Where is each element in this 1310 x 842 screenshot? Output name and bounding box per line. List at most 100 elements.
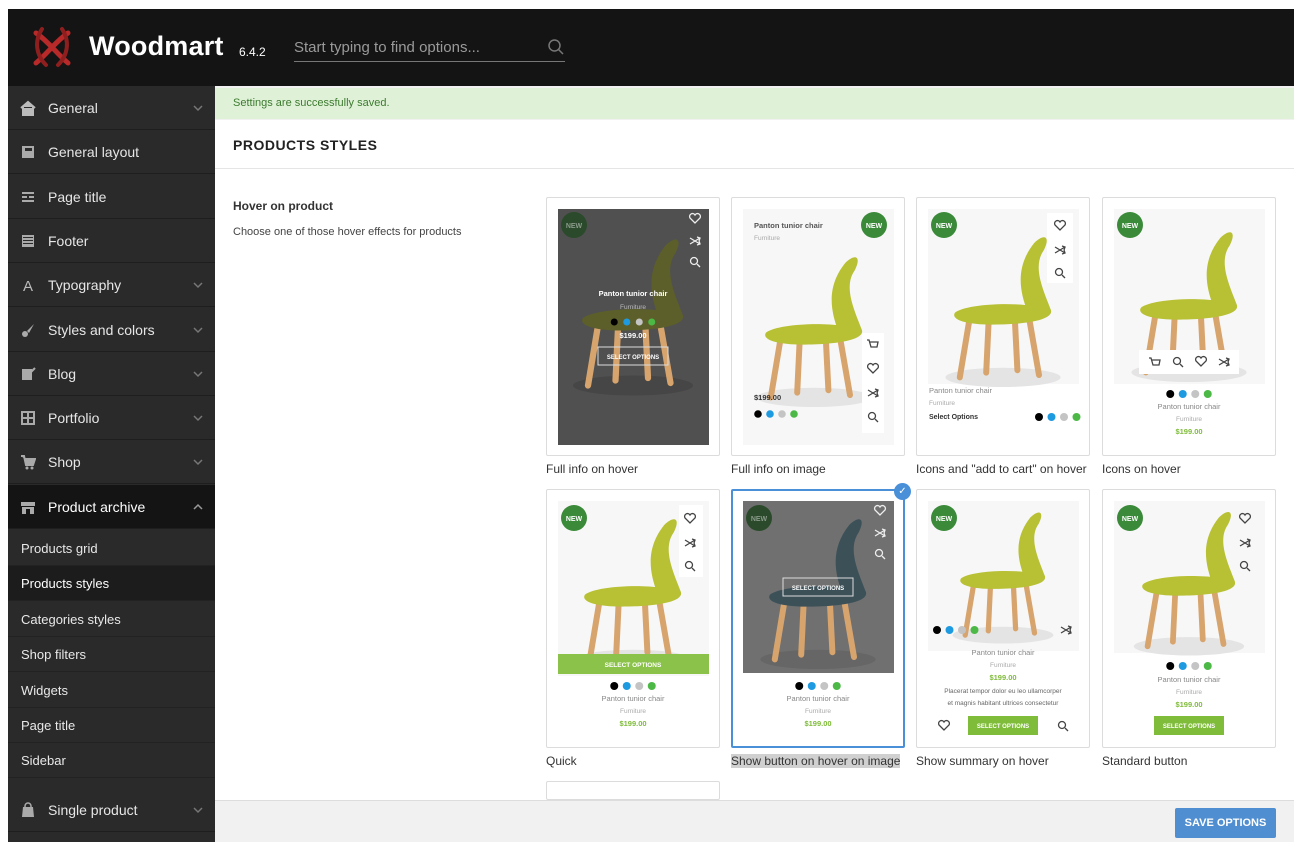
success-notice: Settings are successfully saved. [215, 88, 1294, 119]
swatch[interactable] [622, 682, 631, 690]
swatch[interactable] [807, 682, 816, 690]
hover-style-option[interactable]: NEW Panton tunior chair Furniture $199.00 Pl… [916, 489, 1090, 748]
preview-content: NEW Panton tunior chair Furniture $199.00 SE… [1114, 501, 1265, 735]
svg-text:SELECT OPTIONS: SELECT OPTIONS [792, 586, 844, 592]
sidebar-subitem-label: Shop filters [21, 647, 87, 663]
sidebar-item-footer[interactable]: Footer [8, 219, 215, 263]
sidebar-subitem-shop-filters[interactable]: Shop filters [8, 637, 215, 673]
swatch[interactable] [1047, 413, 1056, 421]
app-window: Woodmart 6.4.2 General General layout Page… [0, 0, 1310, 842]
swatch[interactable] [635, 318, 643, 326]
hover-style-option[interactable]: NEW Panton tunior chair Furniture $199.00 SE… [546, 197, 720, 456]
swatch[interactable] [820, 682, 829, 690]
swatch[interactable] [610, 318, 618, 326]
swatch[interactable] [635, 682, 644, 690]
sidebar-subitem-page-title[interactable]: Page title [8, 708, 215, 743]
hover-style-option[interactable] [546, 781, 720, 800]
heart-icon[interactable] [937, 719, 951, 731]
search-icon[interactable] [1057, 720, 1069, 732]
option-title: Hover on product [233, 199, 334, 213]
hover-style-option[interactable]: NEW SELECT OPTIONS Panton tunior chair Furn… [731, 489, 905, 748]
product-name: Panton tunior chair [1158, 675, 1221, 684]
style-preview: NEW SELECT OPTIONS Panton tunior chair Furn… [558, 501, 709, 728]
search-icon[interactable] [547, 38, 565, 56]
sidebar-item-single-product[interactable]: Single product [8, 788, 215, 832]
preview-content: Panton tunior chair Furniture NEW $199.00 [743, 209, 894, 445]
sidebar-subitem-sidebar[interactable]: Sidebar [8, 743, 215, 779]
hover-style-caption[interactable]: Full info on image [731, 462, 826, 476]
swatch[interactable] [795, 682, 804, 690]
swatch[interactable] [623, 318, 631, 326]
swatch[interactable] [1178, 390, 1187, 398]
swatch[interactable] [647, 682, 656, 690]
select-options-button[interactable]: SELECT OPTIONS [1154, 716, 1224, 735]
sidebar-item-styles-and-colors[interactable]: Styles and colors [8, 308, 215, 352]
swatch[interactable] [1191, 662, 1200, 670]
sidebar-item-page-title[interactable]: Page title [8, 175, 215, 219]
hover-style-caption[interactable]: Full info on hover [546, 462, 638, 476]
sidebar-item-portfolio[interactable]: Portfolio [8, 396, 215, 441]
hover-style-option[interactable]: NEW Panton tunior chair Furniture $199.00 SE… [1102, 489, 1276, 748]
sidebar-subitem-products-grid[interactable]: Products grid [8, 531, 215, 566]
save-options-button[interactable]: SAVE OPTIONS [1175, 808, 1276, 838]
sidebar-item-typography[interactable]: A Typography [8, 263, 215, 308]
svg-text:SELECT OPTIONS: SELECT OPTIONS [607, 355, 659, 361]
product-price: $199.00 [1175, 700, 1202, 709]
swatch[interactable] [754, 410, 762, 418]
swatch[interactable] [958, 626, 966, 634]
swatch[interactable] [832, 682, 841, 690]
swatch[interactable] [945, 626, 954, 634]
typography-icon: A [23, 278, 33, 293]
hover-style-option[interactable]: NEW SELECT OPTIONS Panton tunior chair Furn… [546, 489, 720, 748]
hover-style-caption[interactable]: Icons and "add to cart" on hover [916, 462, 1087, 476]
swatch[interactable] [778, 410, 786, 418]
hover-style-caption[interactable]: Show summary on hover [916, 754, 1049, 768]
new-badge: NEW [931, 212, 957, 238]
product-category: Furniture [929, 400, 955, 407]
hover-style-option[interactable]: Panton tunior chair Furniture NEW $199.00 [731, 197, 905, 456]
search-input[interactable] [294, 33, 565, 62]
sidebar-item-shop[interactable]: Shop [8, 440, 215, 485]
sidebar-subitem-products-styles[interactable]: Products styles [8, 566, 215, 602]
hover-style-caption[interactable]: Standard button [1102, 754, 1187, 768]
svg-text:SELECT OPTIONS: SELECT OPTIONS [1163, 724, 1215, 730]
sidebar-item-label: Single product [48, 802, 138, 818]
sidebar-item-blog[interactable]: Blog [8, 352, 215, 396]
hover-style-caption[interactable]: Icons on hover [1102, 462, 1181, 476]
swatch[interactable] [1035, 413, 1043, 421]
swatch[interactable] [1203, 390, 1212, 398]
hover-style-option[interactable]: NEW Panton tunior chair Furniture $199.00 [1102, 197, 1276, 456]
new-badge: NEW [1117, 212, 1143, 238]
swatch[interactable] [1072, 413, 1081, 421]
sidebar-item-general[interactable]: General [8, 86, 215, 130]
sidebar-subitem-categories-styles[interactable]: Categories styles [8, 601, 215, 637]
swatch[interactable] [1203, 662, 1212, 670]
swatch[interactable] [1178, 662, 1187, 670]
swatch[interactable] [970, 626, 979, 634]
select-options-button[interactable]: SELECT OPTIONS [968, 716, 1038, 735]
swatch[interactable] [1166, 390, 1175, 398]
swatch[interactable] [790, 410, 798, 418]
hover-style-caption[interactable]: Show button on hover on image [731, 754, 901, 768]
sidebar-item-product-archive[interactable]: Product archive [8, 484, 215, 529]
swatch[interactable] [610, 682, 619, 690]
swatch[interactable] [933, 626, 941, 634]
sidebar-item-login-register[interactable]: Login/Register [8, 832, 215, 842]
store-icon [21, 501, 35, 514]
select-options-button[interactable]: SELECT OPTIONS [558, 654, 709, 674]
hover-style-caption[interactable]: Quick [546, 754, 577, 768]
sidebar-item-general-layout[interactable]: General layout [8, 130, 215, 175]
style-preview: NEW Panton tunior chair Furniture $199.00 [1114, 209, 1265, 436]
home-icon [20, 100, 36, 116]
product-category: Furniture [620, 708, 646, 715]
hover-style-option[interactable]: NEW Panton tunior chair Furniture Select Op… [916, 197, 1090, 456]
swatch[interactable] [766, 410, 774, 418]
swatch[interactable] [1060, 413, 1068, 421]
sidebar-subitem-widgets[interactable]: Widgets [8, 672, 215, 708]
swatch[interactable] [1166, 662, 1175, 670]
new-badge: NEW [931, 505, 957, 531]
chevron-down-icon [193, 807, 203, 814]
swatch[interactable] [1191, 390, 1200, 398]
swatch[interactable] [648, 318, 656, 326]
svg-text:A: A [23, 278, 33, 293]
